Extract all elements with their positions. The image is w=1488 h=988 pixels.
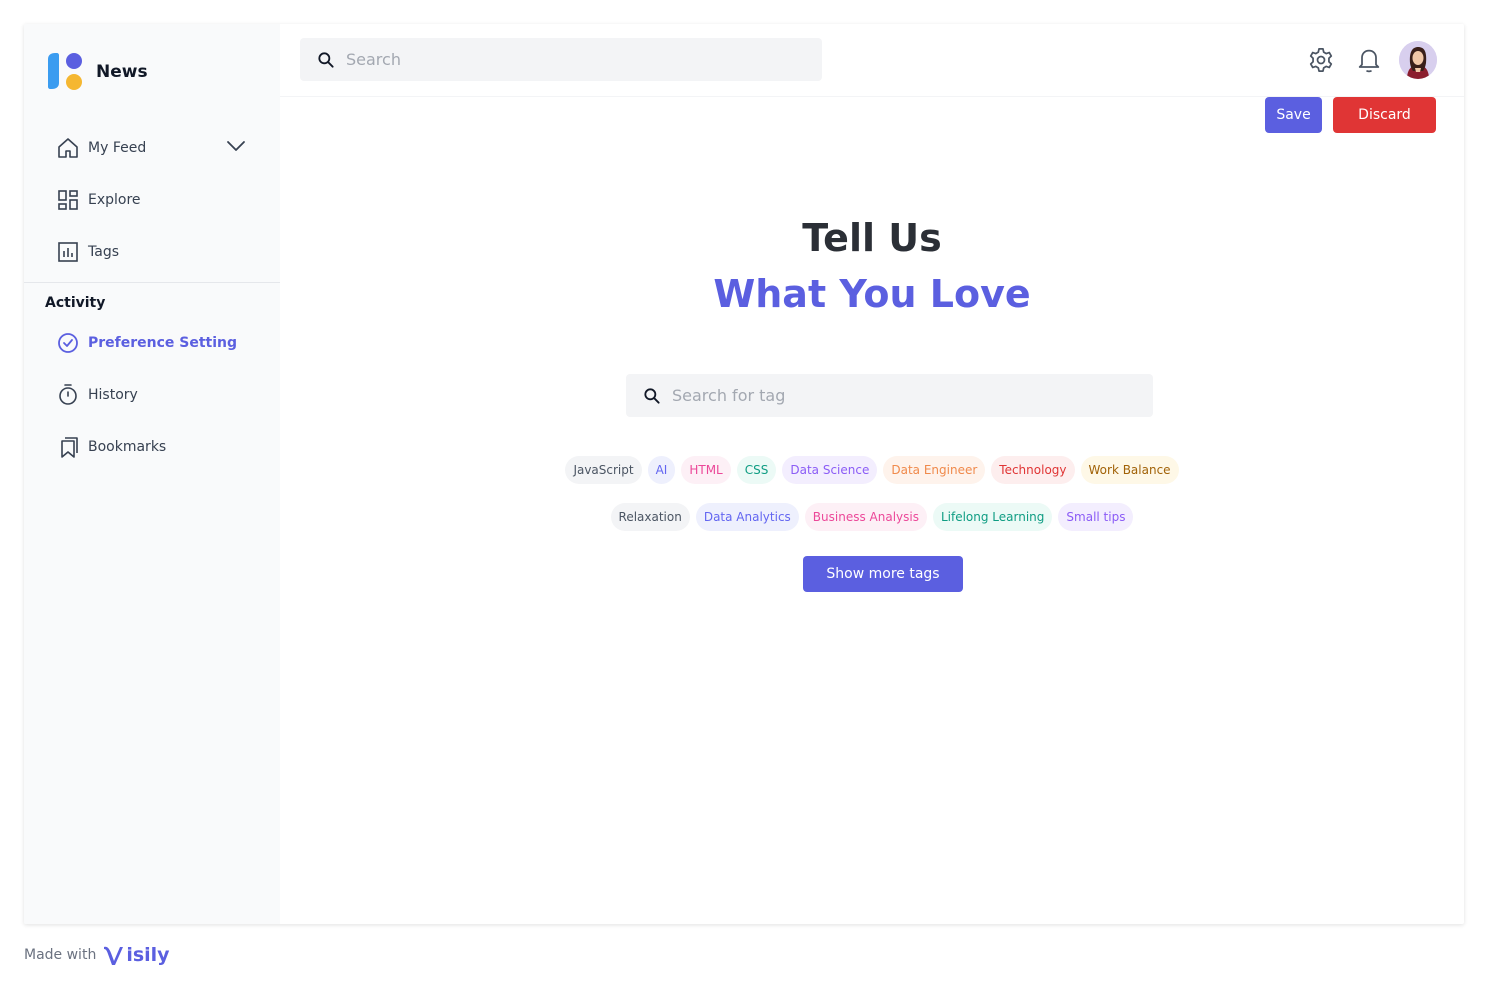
sidebar: News My Feed Explore Tags Activity Prefe… bbox=[24, 24, 280, 924]
sidebar-item-tags[interactable]: Tags bbox=[56, 238, 119, 266]
tag-chip[interactable]: Data Science bbox=[782, 456, 878, 484]
tag-chip[interactable]: Business Analysis bbox=[804, 503, 927, 531]
tag-chip[interactable]: Lifelong Learning bbox=[932, 503, 1053, 531]
sidebar-item-explore[interactable]: Explore bbox=[56, 186, 141, 214]
check-circle-icon bbox=[58, 333, 78, 353]
sidebar-item-label: Bookmarks bbox=[88, 439, 167, 455]
sidebar-item-label: Preference Setting bbox=[88, 335, 238, 351]
news-logo-icon bbox=[44, 51, 86, 93]
tag-chip[interactable]: HTML bbox=[681, 456, 731, 484]
sidebar-item-bookmarks[interactable]: Bookmarks bbox=[56, 433, 166, 461]
sidebar-item-label: Tags bbox=[88, 244, 119, 260]
top-bar bbox=[280, 24, 1464, 97]
made-with-label: Made with bbox=[24, 947, 97, 963]
sidebar-item-my-feed[interactable]: My Feed bbox=[56, 134, 146, 162]
sidebar-item-label: My Feed bbox=[88, 140, 147, 156]
search-input[interactable] bbox=[344, 49, 788, 70]
tag-chip[interactable]: Relaxation bbox=[610, 503, 690, 531]
tag-chip[interactable]: JavaScript bbox=[565, 456, 642, 484]
discard-button[interactable]: Discard bbox=[1333, 97, 1436, 133]
home-icon bbox=[58, 138, 78, 158]
tag-chip[interactable]: AI bbox=[647, 456, 676, 484]
tag-chip[interactable]: Technology bbox=[991, 456, 1075, 484]
sidebar-item-preference-setting[interactable]: Preference Setting bbox=[56, 329, 237, 357]
stopwatch-icon bbox=[59, 384, 77, 405]
activity-section-label: Activity bbox=[45, 295, 106, 311]
user-avatar-icon bbox=[1399, 41, 1437, 79]
tag-search-input[interactable] bbox=[670, 385, 1114, 406]
brand[interactable]: News bbox=[44, 52, 148, 92]
dashboard-icon bbox=[58, 190, 78, 210]
save-button[interactable]: Save bbox=[1265, 97, 1322, 133]
visily-wordmark: isily bbox=[126, 944, 170, 966]
tag-list-row-1: JavaScript AI HTML CSS Data Science Data Engi… bbox=[280, 456, 1464, 484]
sidebar-divider bbox=[24, 282, 280, 283]
tag-chip[interactable]: Small tips bbox=[1058, 503, 1134, 531]
avatar[interactable] bbox=[1399, 41, 1437, 79]
page-title: Tell Us bbox=[802, 216, 942, 260]
footer: Made with isily bbox=[24, 940, 170, 970]
app-window: News My Feed Explore Tags Activity Prefe… bbox=[24, 24, 1464, 924]
tag-search[interactable] bbox=[626, 374, 1153, 417]
tag-chip[interactable]: Data Engineer bbox=[883, 456, 986, 484]
visily-logo[interactable]: isily bbox=[102, 943, 170, 967]
search-icon bbox=[644, 387, 660, 404]
visily-v-icon bbox=[104, 946, 124, 965]
sidebar-item-history[interactable]: History bbox=[56, 381, 138, 409]
tag-list-row-2: Relaxation Data Analytics Business Analysi… bbox=[280, 503, 1464, 531]
bell-icon[interactable] bbox=[1355, 46, 1383, 74]
sidebar-item-label: History bbox=[88, 387, 138, 403]
bookmarks-icon bbox=[61, 437, 78, 458]
brand-title: News bbox=[96, 62, 148, 82]
gear-icon[interactable] bbox=[1307, 46, 1335, 74]
sidebar-item-label: Explore bbox=[88, 192, 141, 208]
tag-chip[interactable]: Data Analytics bbox=[695, 503, 799, 531]
chevron-down-icon[interactable] bbox=[224, 134, 248, 158]
show-more-tags-button[interactable]: Show more tags bbox=[803, 556, 963, 592]
page-subtitle: What You Love bbox=[713, 272, 1031, 316]
search-icon bbox=[318, 51, 334, 68]
bar-chart-icon bbox=[58, 242, 78, 262]
global-search[interactable] bbox=[300, 38, 822, 81]
tag-chip[interactable]: Work Balance bbox=[1080, 456, 1179, 484]
tag-chip[interactable]: CSS bbox=[736, 456, 777, 484]
